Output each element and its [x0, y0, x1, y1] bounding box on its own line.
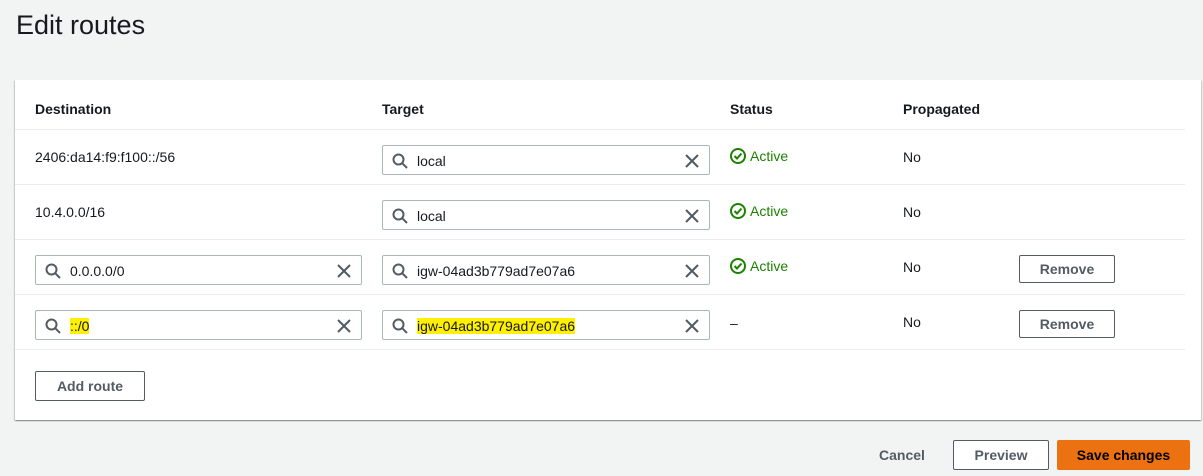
table-row: 10.4.0.0/16 local Active No: [15, 185, 1185, 240]
header-propagated: Propagated: [903, 101, 981, 117]
target-value: local: [417, 208, 446, 224]
check-circle-icon: [730, 203, 746, 219]
clear-icon[interactable]: [336, 263, 352, 279]
search-icon: [45, 318, 61, 334]
page-title: Edit routes: [16, 10, 146, 40]
remove-button[interactable]: Remove: [1019, 255, 1115, 283]
clear-icon[interactable]: [684, 153, 700, 169]
table-header: Destination Target Status Propagated: [15, 80, 1185, 130]
status-badge: Active: [730, 148, 788, 164]
clear-icon[interactable]: [336, 318, 352, 334]
header-destination: Destination: [35, 101, 112, 117]
target-input[interactable]: igw-04ad3b779ad7e07a6: [382, 310, 710, 340]
table-row: 2406:da14:f9:f100::/56 local Active No: [15, 130, 1185, 185]
search-icon: [392, 318, 408, 334]
table-row: ::/0 igw-04ad3b779ad7e07a6 – No Remove: [15, 295, 1185, 350]
destination-text: 2406:da14:f9:f100::/56: [35, 149, 176, 165]
target-input[interactable]: local: [382, 200, 710, 230]
status-text: –: [730, 315, 738, 331]
target-value: igw-04ad3b779ad7e07a6: [417, 318, 576, 334]
destination-input[interactable]: 0.0.0.0/0: [35, 255, 362, 285]
status-text: Active: [750, 258, 789, 274]
check-circle-icon: [730, 148, 746, 164]
propagated-text: No: [903, 314, 921, 330]
status-badge: Active: [730, 203, 788, 219]
destination-text: 10.4.0.0/16: [35, 204, 106, 220]
destination-input[interactable]: ::/0: [35, 310, 362, 340]
propagated-text: No: [903, 259, 921, 275]
target-input[interactable]: local: [382, 145, 710, 175]
cancel-button[interactable]: Cancel: [866, 440, 938, 470]
clear-icon[interactable]: [684, 263, 700, 279]
save-changes-button[interactable]: Save changes: [1057, 440, 1190, 470]
header-target: Target: [382, 101, 424, 117]
destination-value: ::/0: [70, 318, 90, 334]
table-row: 0.0.0.0/0 igw-04ad3b779ad7e07a6 Active N…: [15, 240, 1185, 295]
check-circle-icon: [730, 258, 746, 274]
target-value: igw-04ad3b779ad7e07a6: [417, 263, 576, 279]
destination-value: 0.0.0.0/0: [70, 263, 125, 279]
target-value: local: [417, 153, 446, 169]
target-input[interactable]: igw-04ad3b779ad7e07a6: [382, 255, 710, 285]
remove-button[interactable]: Remove: [1019, 310, 1115, 338]
propagated-text: No: [903, 149, 921, 165]
status-badge: Active: [730, 258, 788, 274]
status-text: Active: [750, 203, 789, 219]
status-text: Active: [750, 148, 789, 164]
search-icon: [392, 208, 408, 224]
clear-icon[interactable]: [684, 208, 700, 224]
preview-button[interactable]: Preview: [953, 440, 1049, 470]
add-route-button[interactable]: Add route: [35, 371, 145, 401]
search-icon: [392, 153, 408, 169]
search-icon: [45, 263, 61, 279]
header-status: Status: [730, 101, 773, 117]
propagated-text: No: [903, 204, 921, 220]
clear-icon[interactable]: [684, 318, 700, 334]
routes-panel: Destination Target Status Propagated 240…: [15, 80, 1201, 420]
search-icon: [392, 263, 408, 279]
